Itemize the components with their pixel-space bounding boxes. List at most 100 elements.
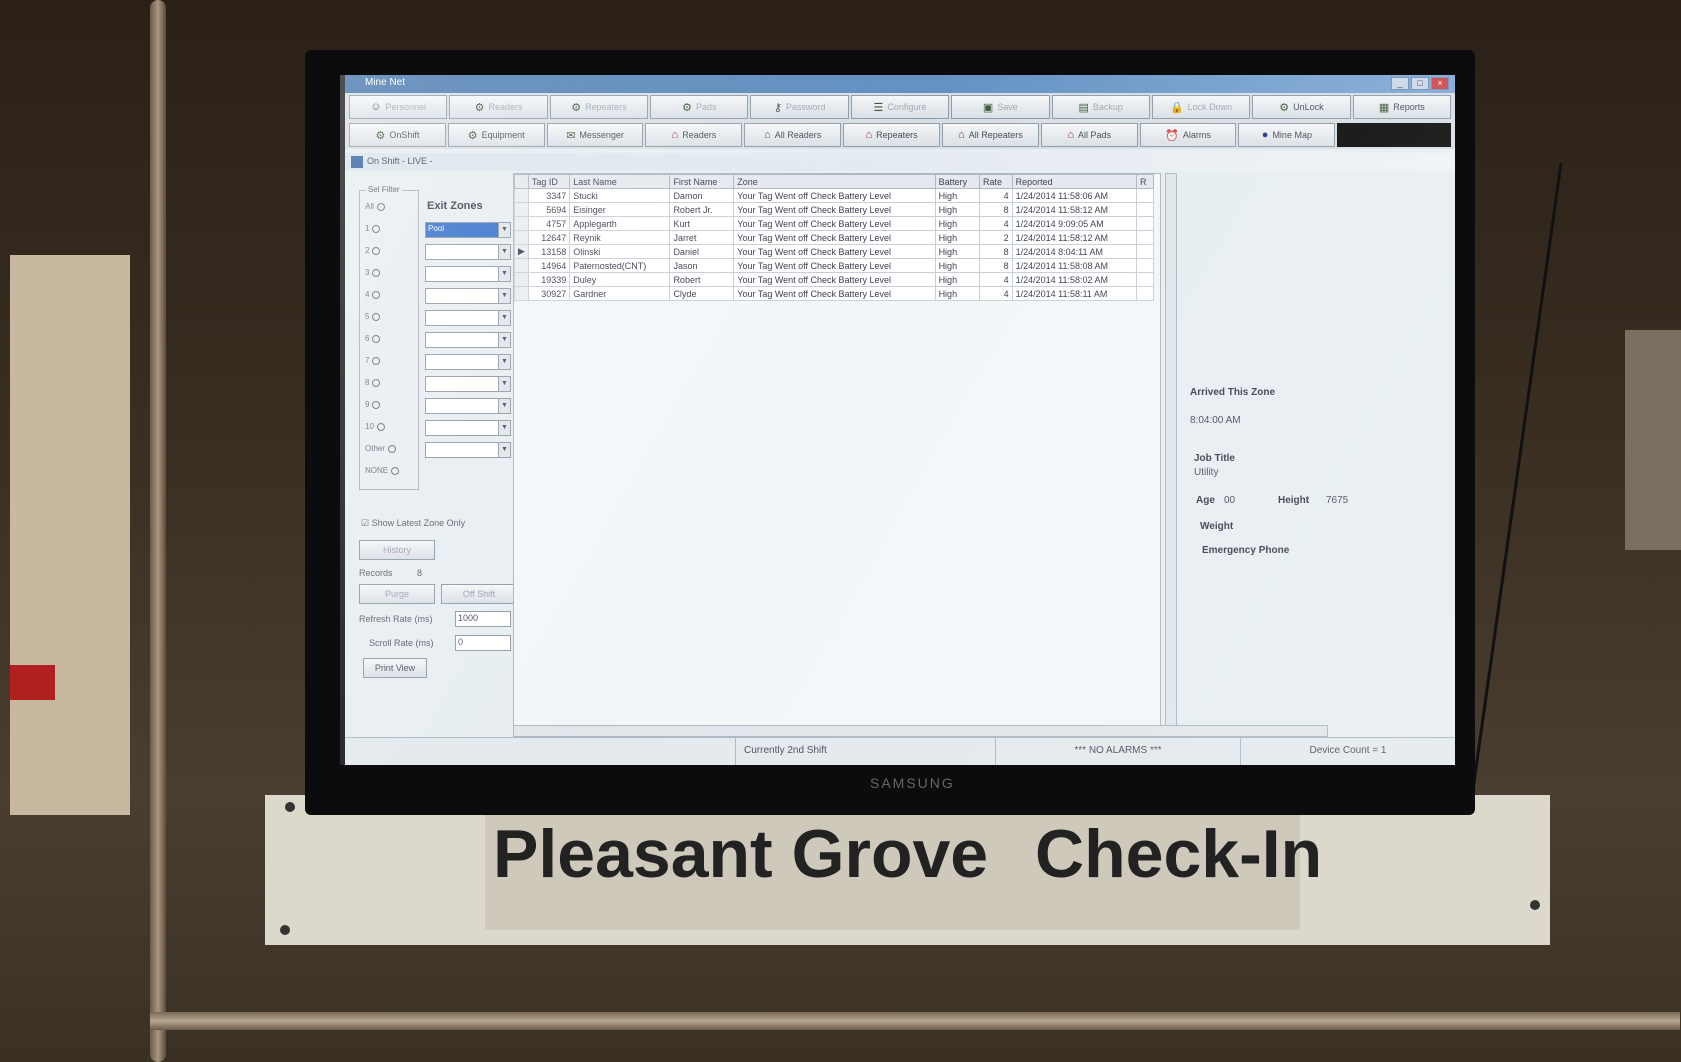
maximize-button[interactable]: □: [1411, 77, 1429, 90]
exit-zone-select-8[interactable]: ▼: [425, 376, 511, 392]
filter-radio-2[interactable]: 2: [365, 246, 381, 255]
exit-zone-select-other[interactable]: ▼: [425, 442, 511, 458]
table-row[interactable]: 12647 Reynik Jarret Your Tag Went off Check…: [514, 230, 1154, 245]
column-header[interactable]: Reported: [1011, 174, 1138, 189]
filter-radio-label: Other: [365, 444, 386, 453]
column-header[interactable]: Battery: [934, 174, 981, 189]
toolbar-button-onshift[interactable]: ⚙ OnShift: [349, 123, 446, 147]
toolbar-button-personnel[interactable]: ☺ Personnel: [349, 95, 448, 119]
filter-radio-1[interactable]: 1: [365, 224, 381, 233]
row-selector[interactable]: [514, 272, 529, 287]
purge-button[interactable]: Purge: [359, 584, 435, 604]
filter-radio-label: 1: [365, 224, 370, 233]
toolbar-button-mine-map[interactable]: ● Mine Map: [1238, 123, 1336, 147]
person-icon: ☺: [370, 101, 382, 113]
exit-zone-select-9[interactable]: ▼: [425, 398, 511, 414]
filter-radio-5[interactable]: 5: [365, 312, 381, 321]
toolbar-button-label: UnLock: [1293, 102, 1324, 112]
row-selector[interactable]: [514, 188, 529, 203]
filter-radio-all[interactable]: All: [365, 202, 385, 211]
off-shift-button[interactable]: Off Shift: [441, 584, 517, 604]
pad-house-icon: ⌂: [1067, 129, 1075, 141]
table-cell: High: [934, 202, 981, 217]
table-row[interactable]: 14964 Paternosted(CNT) Jason Your Tag Went …: [514, 258, 1154, 273]
grid-horizontal-scrollbar[interactable]: [513, 725, 1328, 737]
table-cell: 13158: [527, 244, 571, 259]
exit-zone-select-2[interactable]: ▼: [425, 244, 511, 260]
table-row[interactable]: 19339 Duley Robert Your Tag Went off Check …: [514, 272, 1154, 287]
show-latest-checkbox[interactable]: ☑ Show Latest Zone Only: [361, 518, 465, 529]
exit-zone-select-6[interactable]: ▼: [425, 332, 511, 348]
equipment-icon: ⚙: [467, 129, 478, 142]
row-selector[interactable]: [514, 286, 529, 301]
toolbar-button-password[interactable]: ⚷ Password: [750, 95, 849, 119]
radio-circle-icon: [372, 400, 381, 409]
emergency-phone-label: Emergency Phone: [1202, 545, 1290, 556]
filter-radio-3[interactable]: 3: [365, 268, 381, 277]
filter-radio-7[interactable]: 7: [365, 356, 381, 365]
column-header[interactable]: Last Name: [569, 174, 671, 189]
chevron-down-icon: ▼: [498, 421, 510, 435]
exit-zone-select-5[interactable]: ▼: [425, 310, 511, 326]
onshift-grid[interactable]: Tag ID Last Name First Name Zone Battery Rate…: [513, 173, 1161, 733]
row-selector[interactable]: [514, 230, 529, 245]
toolbar-button-equipment[interactable]: ⚙ Equipment: [447, 123, 545, 147]
toolbar-button-readers[interactable]: ⌂ Readers: [645, 123, 743, 147]
filter-radio-none[interactable]: NONE: [365, 466, 400, 475]
toolbar-button-all-pads[interactable]: ⌂ All Pads: [1040, 123, 1138, 147]
exit-zone-select-3[interactable]: ▼: [425, 266, 511, 282]
table-row[interactable]: 30927 Gardner Clyde Your Tag Went off Check…: [514, 286, 1154, 301]
table-row[interactable]: 3347 Stucki Damon Your Tag Went off Check B…: [514, 188, 1154, 203]
column-header[interactable]: Rate: [979, 174, 1013, 189]
table-cell: 14964: [527, 258, 571, 273]
filter-radio-4[interactable]: 4: [365, 290, 381, 299]
refresh-rate-input[interactable]: 1000: [455, 611, 511, 627]
filter-radio-10[interactable]: 10: [365, 422, 385, 431]
toolbar-button-repeaters[interactable]: ⚙ Repeaters: [549, 95, 649, 119]
toolbar-button-messenger[interactable]: ✉ Messenger: [546, 123, 644, 147]
row-selector[interactable]: [514, 216, 529, 231]
toolbar-button-save[interactable]: ▣ Save: [951, 95, 1050, 119]
column-header[interactable]: R: [1136, 174, 1154, 189]
toolbar-button-alarms[interactable]: ⏰ Alarms: [1139, 123, 1237, 147]
exit-zone-select-7[interactable]: ▼: [425, 354, 511, 370]
row-selector[interactable]: [514, 202, 529, 217]
filter-radio-other[interactable]: Other: [365, 444, 397, 453]
scroll-rate-input[interactable]: 0: [455, 635, 511, 651]
column-header[interactable]: First Name: [669, 174, 735, 189]
toolbar-button-readers[interactable]: ⚙ Readers: [449, 95, 548, 119]
grid-vertical-scrollbar[interactable]: [1165, 173, 1177, 733]
exit-zone-select-10[interactable]: ▼: [425, 420, 511, 436]
minimize-button[interactable]: _: [1391, 77, 1409, 90]
toolbar-button-lock-down[interactable]: 🔒 Lock Down: [1151, 95, 1251, 119]
history-button[interactable]: History: [359, 540, 435, 560]
table-row[interactable]: ▶ 13158 Olinski Daniel Your Tag Went off Che…: [514, 244, 1154, 259]
column-header[interactable]: Tag ID: [527, 174, 571, 189]
toolbar-button-repeaters[interactable]: ⌂ Repeaters: [843, 123, 940, 147]
table-cell: 1/24/2014 8:04:11 AM: [1011, 244, 1138, 259]
toolbar-button-label: Readers: [682, 130, 717, 140]
height-label: Height: [1278, 495, 1310, 506]
exit-zone-select-1[interactable]: Pool ▼: [425, 222, 511, 238]
toolbar-button-all-readers[interactable]: ⌂ All Readers: [744, 123, 842, 147]
table-row[interactable]: 4757 Applegarth Kurt Your Tag Went off Chec…: [514, 216, 1154, 231]
filter-radio-9[interactable]: 9: [365, 400, 381, 409]
column-header[interactable]: Zone: [733, 174, 936, 189]
key-icon: ⚷: [773, 101, 782, 114]
row-selector[interactable]: [514, 258, 529, 273]
toolbar-button-backup[interactable]: ▤ Backup: [1051, 95, 1150, 119]
toolbar-button-unlock[interactable]: ⚙ UnLock: [1252, 95, 1351, 119]
filter-radio-6[interactable]: 6: [365, 334, 381, 343]
toolbar-button-reports[interactable]: ▦ Reports: [1352, 95, 1451, 119]
print-view-button[interactable]: Print View: [363, 658, 427, 678]
toolbar-button-configure[interactable]: ☰ Configure: [850, 95, 950, 119]
unlock-icon: ⚙: [1279, 101, 1290, 114]
exit-zone-select-4[interactable]: ▼: [425, 288, 511, 304]
close-button[interactable]: ×: [1431, 77, 1449, 90]
row-selector[interactable]: ▶: [514, 244, 529, 259]
toolbar-button-pads[interactable]: ⚙ Pads: [650, 95, 749, 119]
toolbar-button-all-repeaters[interactable]: ⌂ All Repeaters: [941, 123, 1039, 147]
table-row[interactable]: 5694 Eisinger Robert Jr. Your Tag Went off …: [514, 202, 1154, 217]
table-cell: Gardner: [569, 286, 671, 301]
filter-radio-8[interactable]: 8: [365, 378, 381, 387]
